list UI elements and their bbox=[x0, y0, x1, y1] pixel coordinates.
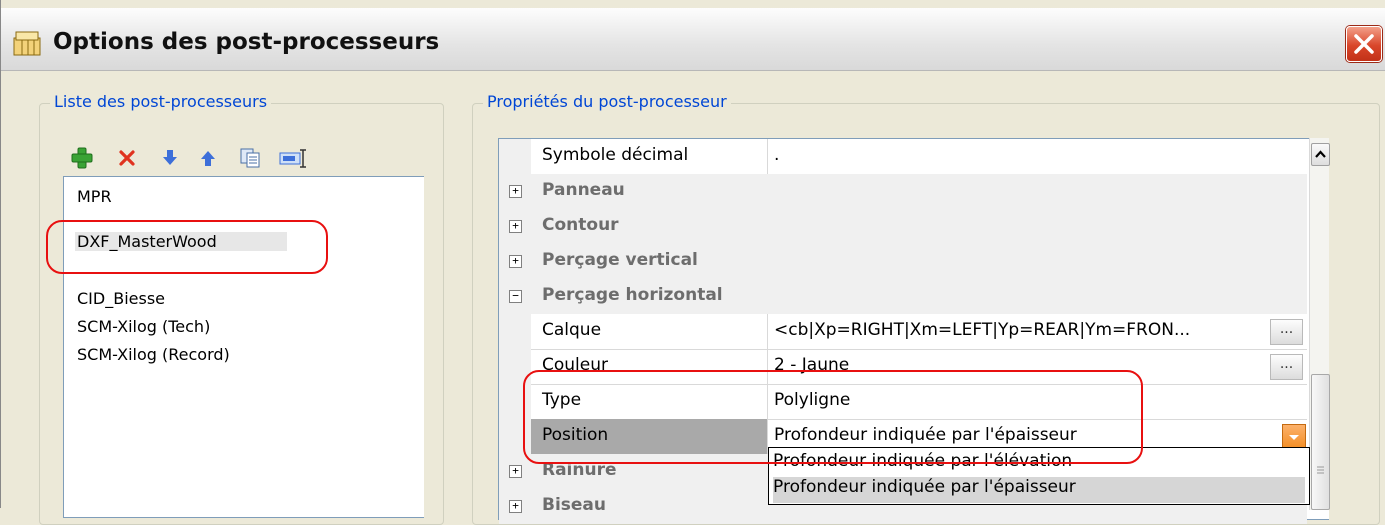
expand-icon[interactable]: + bbox=[509, 185, 522, 198]
options-dialog: Options des post-processeurs Liste des p… bbox=[0, 0, 1385, 525]
property-name: Symbole décimal bbox=[542, 145, 689, 165]
grid-scrollbar[interactable] bbox=[1309, 138, 1330, 510]
category-label: Contour bbox=[542, 215, 619, 235]
rename-icon[interactable] bbox=[279, 147, 309, 169]
move-down-icon[interactable] bbox=[159, 147, 181, 169]
window-title: Options des post-processeurs bbox=[53, 29, 440, 55]
dropdown-option-highlighted[interactable]: Profondeur indiquée par l'épaisseur bbox=[773, 477, 1305, 503]
title-bar[interactable]: Options des post-processeurs bbox=[1, 8, 1385, 71]
property-row[interactable]: Calque <cb|Xp=RIGHT|Xm=LEFT|Yp=REAR|Ym=F… bbox=[499, 314, 1307, 350]
property-value-cell[interactable] bbox=[768, 139, 1307, 175]
expand-icon[interactable]: + bbox=[509, 220, 522, 233]
category-row[interactable]: + Contour bbox=[499, 209, 1307, 244]
category-label: Perçage horizontal bbox=[542, 285, 723, 305]
category-label: Biseau bbox=[542, 495, 607, 515]
post-processor-app-icon bbox=[13, 31, 41, 56]
ellipsis-button[interactable]: ... bbox=[1270, 354, 1303, 380]
category-row[interactable]: + Panneau bbox=[499, 174, 1307, 209]
scroll-up-button[interactable] bbox=[1311, 143, 1330, 166]
move-up-icon[interactable] bbox=[197, 147, 219, 169]
property-value[interactable]: <cb|Xp=RIGHT|Xm=LEFT|Yp=REAR|Ym=FRON... bbox=[774, 320, 1190, 340]
add-icon[interactable] bbox=[71, 147, 93, 169]
delete-icon[interactable] bbox=[116, 147, 138, 169]
category-row[interactable]: + Perçage vertical bbox=[499, 244, 1307, 279]
chevron-up-icon bbox=[1315, 150, 1326, 158]
expand-icon[interactable]: + bbox=[509, 500, 522, 513]
expand-icon[interactable]: + bbox=[509, 465, 522, 478]
property-value[interactable]: . bbox=[774, 145, 779, 165]
list-item[interactable]: SCM-Xilog (Tech) bbox=[77, 317, 210, 336]
category-label: Perçage vertical bbox=[542, 250, 698, 270]
category-row[interactable]: − Perçage horizontal bbox=[499, 279, 1307, 314]
annotation-circle-list-item bbox=[46, 220, 328, 274]
close-button[interactable] bbox=[1346, 26, 1382, 62]
annotation-circle-properties bbox=[523, 370, 1143, 464]
category-label: Panneau bbox=[542, 180, 625, 200]
list-item[interactable]: MPR bbox=[77, 187, 112, 206]
grip-icon bbox=[1317, 466, 1324, 474]
chevron-down-icon bbox=[1289, 435, 1299, 440]
close-icon bbox=[1354, 34, 1374, 54]
list-item[interactable]: CID_Biesse bbox=[77, 289, 165, 308]
property-name: Calque bbox=[542, 320, 602, 340]
properties-legend: Propriétés du post-processeur bbox=[483, 92, 731, 111]
copy-icon[interactable] bbox=[239, 147, 261, 169]
collapse-icon[interactable]: − bbox=[509, 290, 522, 303]
property-row[interactable]: Symbole décimal . bbox=[499, 139, 1307, 175]
list-item[interactable]: SCM-Xilog (Record) bbox=[77, 345, 230, 364]
post-processor-list-legend: Liste des post-processeurs bbox=[50, 92, 272, 111]
ellipsis-button[interactable]: ... bbox=[1270, 319, 1303, 345]
expand-icon[interactable]: + bbox=[509, 255, 522, 268]
scroll-thumb[interactable] bbox=[1311, 374, 1330, 510]
